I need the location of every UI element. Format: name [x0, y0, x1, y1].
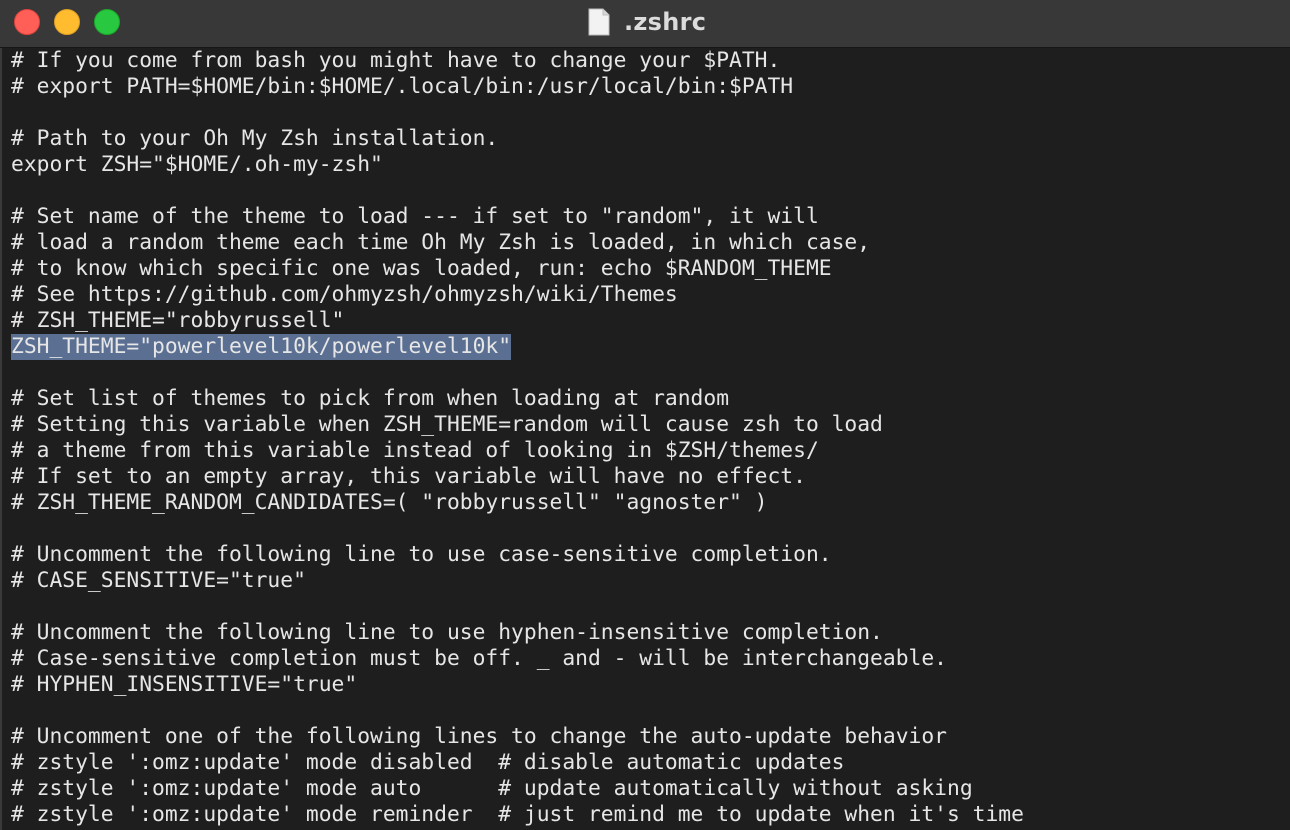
code-line[interactable]: # CASE_SENSITIVE="true": [11, 568, 306, 594]
code-line[interactable]: # Case-sensitive completion must be off.…: [11, 646, 947, 672]
code-line[interactable]: # ZSH_THEME="robbyrussell": [11, 308, 344, 334]
code-line[interactable]: # Uncomment the following line to use ca…: [11, 542, 832, 568]
code-line[interactable]: # Set name of the theme to load --- if s…: [11, 204, 819, 230]
minimize-button[interactable]: [54, 9, 80, 35]
code-line[interactable]: # load a random theme each time Oh My Zs…: [11, 230, 870, 256]
code-line[interactable]: # Setting this variable when ZSH_THEME=r…: [11, 412, 883, 438]
selected-code-line[interactable]: ZSH_THEME="powerlevel10k/powerlevel10k": [11, 334, 512, 360]
document-icon: [588, 8, 610, 36]
code-line[interactable]: # Uncomment one of the following lines t…: [11, 724, 947, 750]
window-title: .zshrc: [624, 8, 707, 36]
close-button[interactable]: [14, 9, 40, 35]
code-line[interactable]: # Path to your Oh My Zsh installation.: [11, 126, 498, 152]
code-line[interactable]: # HYPHEN_INSENSITIVE="true": [11, 672, 357, 698]
editor-text-area[interactable]: # If you come from bash you might have t…: [0, 48, 1290, 830]
code-line[interactable]: # If you come from bash you might have t…: [11, 48, 780, 74]
code-line[interactable]: # See https://github.com/ohmyzsh/ohmyzsh…: [11, 282, 678, 308]
maximize-button[interactable]: [94, 9, 120, 35]
text-editor-window: .zshrc # If you come from bash you might…: [0, 0, 1290, 830]
title-bar[interactable]: .zshrc: [0, 0, 1290, 48]
code-line[interactable]: # zstyle ':omz:update' mode reminder # j…: [11, 802, 1024, 828]
code-line[interactable]: # ZSH_THEME_RANDOM_CANDIDATES=( "robbyru…: [11, 490, 768, 516]
window-title-group: .zshrc: [588, 4, 706, 40]
code-line[interactable]: # If set to an empty array, this variabl…: [11, 464, 806, 490]
code-line[interactable]: # to know which specific one was loaded,…: [11, 256, 832, 282]
code-line[interactable]: # zstyle ':omz:update' mode auto # updat…: [11, 776, 973, 802]
code-line[interactable]: # a theme from this variable instead of …: [11, 438, 819, 464]
code-line[interactable]: # zstyle ':omz:update' mode disabled # d…: [11, 750, 844, 776]
code-line[interactable]: # export PATH=$HOME/bin:$HOME/.local/bin…: [11, 74, 793, 100]
code-line[interactable]: export ZSH="$HOME/.oh-my-zsh": [11, 152, 383, 178]
code-line[interactable]: # Uncomment the following line to use hy…: [11, 620, 883, 646]
code-line[interactable]: # Set list of themes to pick from when l…: [11, 386, 729, 412]
